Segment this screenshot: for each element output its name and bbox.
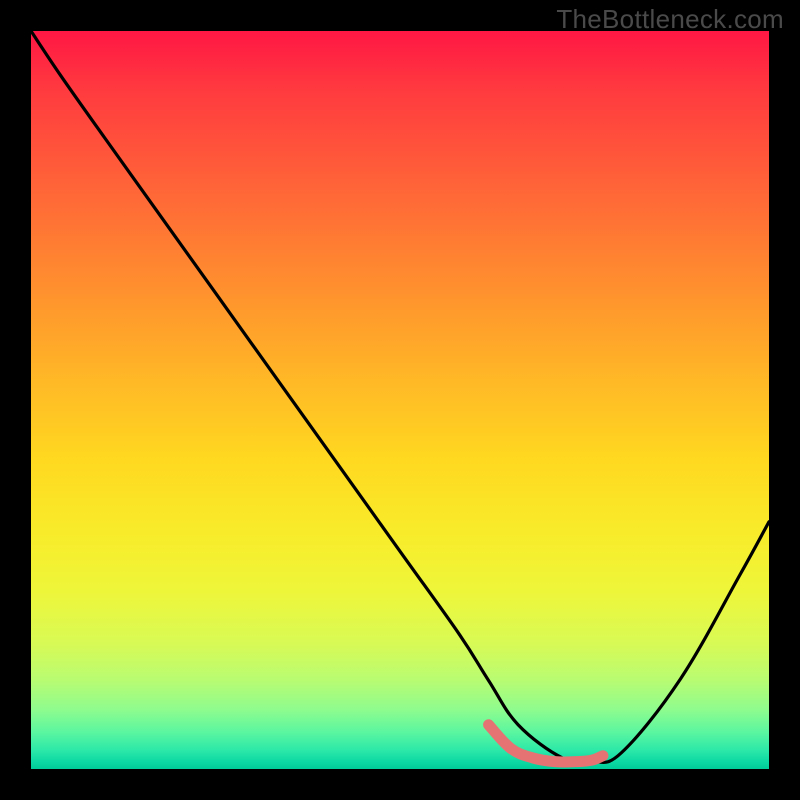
valley-highlight xyxy=(489,725,603,762)
chart-frame: TheBottleneck.com xyxy=(0,0,800,800)
watermark-text: TheBottleneck.com xyxy=(556,4,784,35)
curve-layer xyxy=(31,31,769,769)
bottleneck-curve xyxy=(31,31,769,763)
plot-area xyxy=(31,31,769,769)
